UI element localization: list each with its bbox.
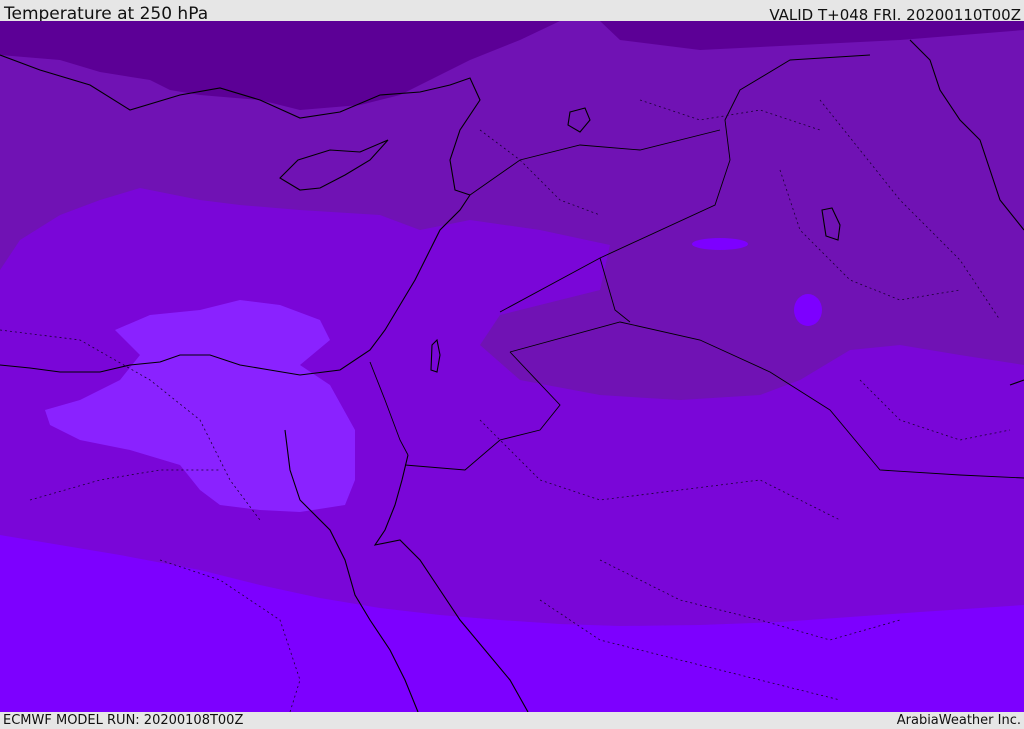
model-run: ECMWF MODEL RUN: 20200108T00Z (3, 713, 244, 728)
header-bar: Temperature at 250 hPa VALID T+048 FRI. … (0, 0, 1024, 24)
credit: ArabiaWeather Inc. (896, 713, 1021, 728)
temp-spot-2 (794, 294, 822, 326)
map-svg (0, 21, 1024, 712)
weather-map[interactable] (0, 21, 1024, 712)
temp-spot-1 (692, 238, 748, 250)
footer-bar: ECMWF MODEL RUN: 20200108T00Z ArabiaWeat… (0, 712, 1024, 729)
